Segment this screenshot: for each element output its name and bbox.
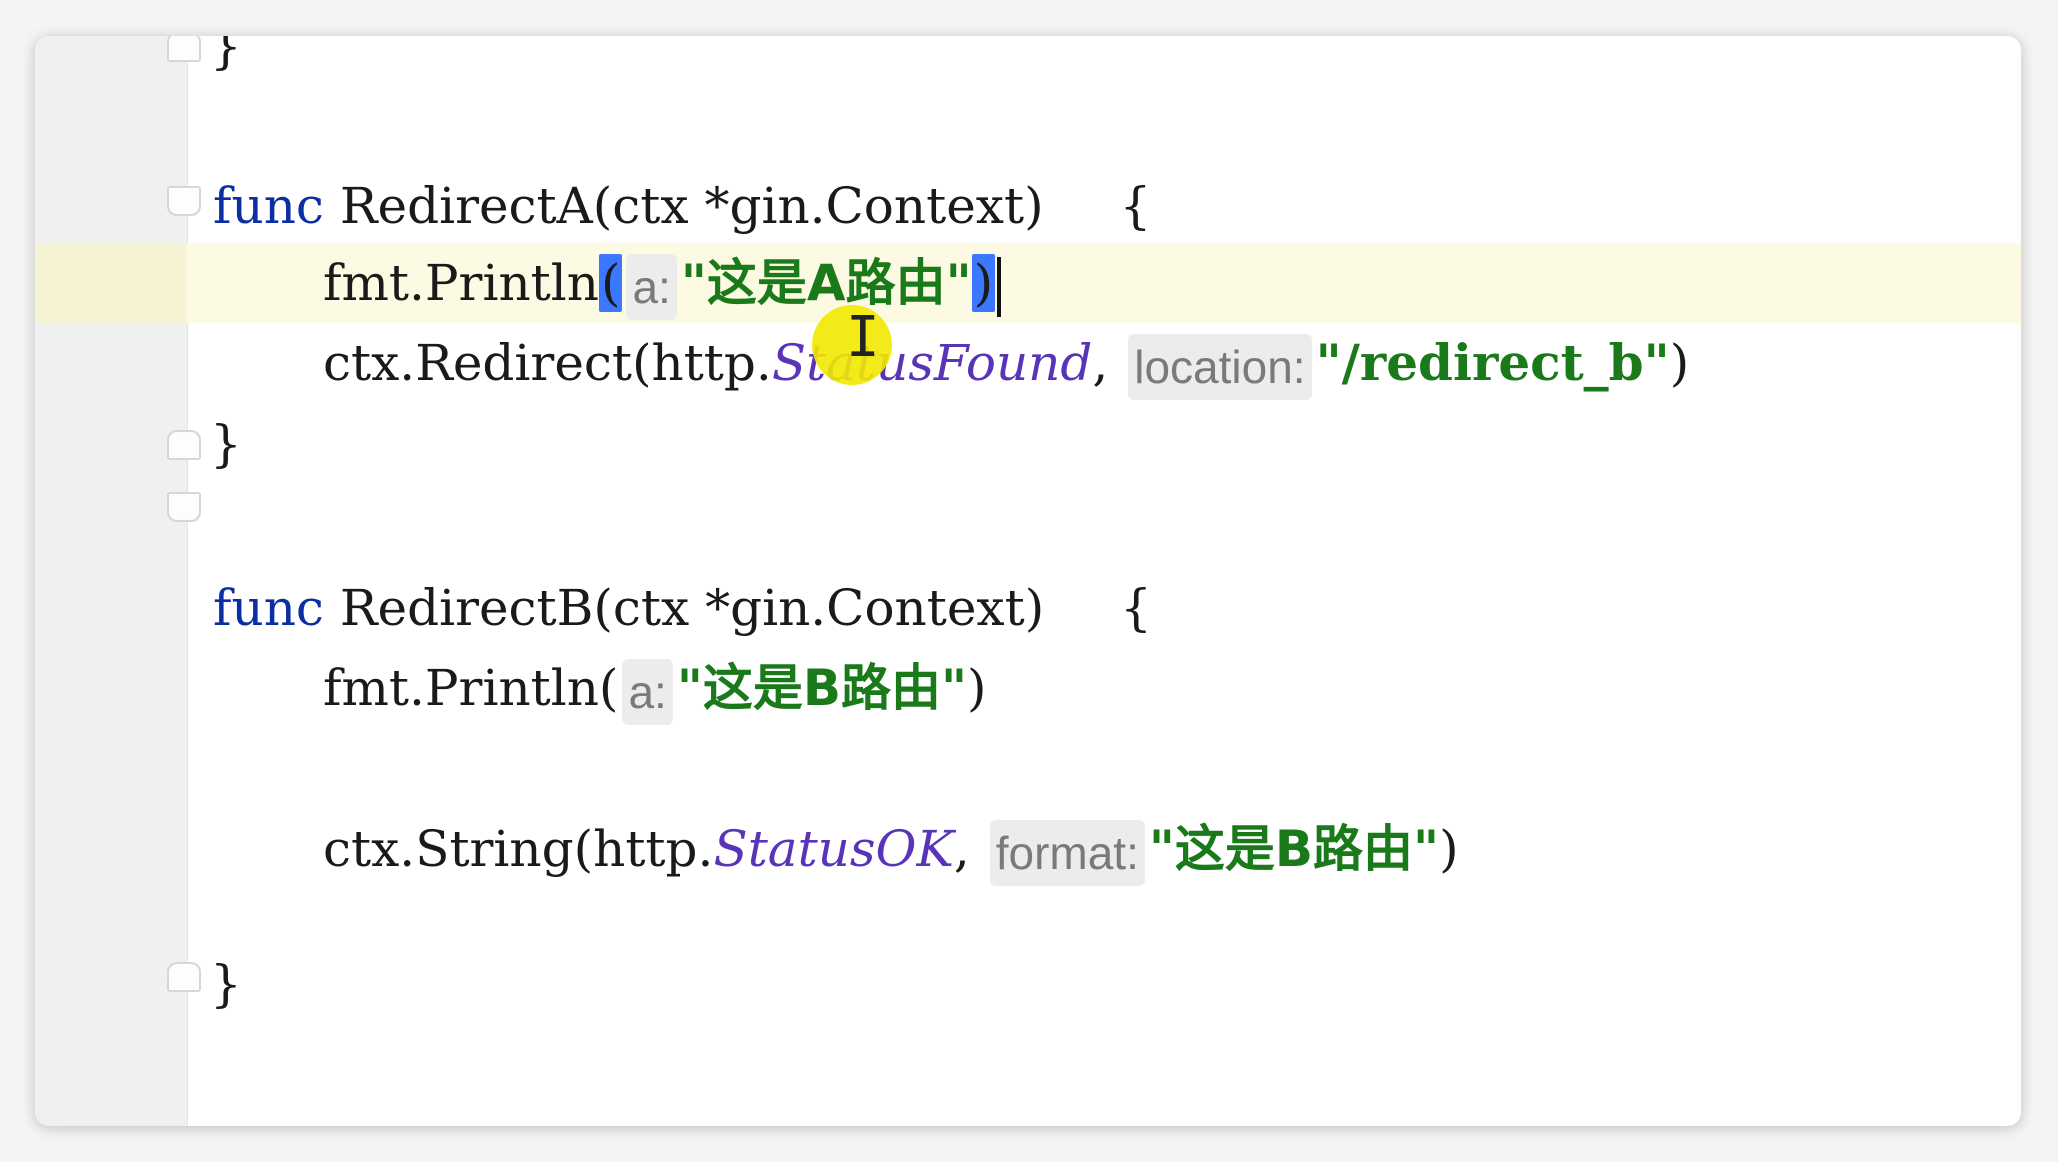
opening-brace: { (1119, 177, 1152, 235)
println-call: fmt.Println (323, 254, 599, 312)
param-hint-a: a: (622, 659, 673, 725)
fold-marker-icon[interactable] (167, 492, 201, 522)
param-hint-location: location: (1128, 334, 1312, 400)
function-signature: RedirectA(ctx *gin.Context) (339, 177, 1044, 235)
string-literal: "/redirect_b" (1315, 333, 1670, 392)
comma: , (1092, 334, 1109, 392)
code-line-println-a[interactable]: fmt.Println(a: "这是A路由") (323, 243, 1002, 323)
code-line-func-a-declaration[interactable]: func RedirectA(ctx *gin.Context) { (213, 166, 1151, 246)
param-hint-format: format: (989, 820, 1145, 886)
status-constant: StatusOK (713, 820, 954, 878)
redirect-call: ctx.Redirect(http. (323, 334, 772, 392)
code-line-func-b-declaration[interactable]: func RedirectB(ctx *gin.Context) { (213, 568, 1152, 648)
fold-marker-icon[interactable] (167, 962, 201, 992)
code-editor-window: } func RedirectA(ctx *gin.Context) { fmt… (35, 36, 2021, 1126)
function-signature: RedirectB(ctx *gin.Context) (339, 579, 1045, 637)
code-line-string-response[interactable]: ctx.String(http.StatusOK, format: "这是B路由"… (323, 809, 1459, 889)
matched-paren-close: ) (971, 254, 996, 312)
closing-paren: ) (1669, 334, 1690, 392)
string-literal: "这是B路由" (1148, 820, 1440, 878)
string-literal: "这是A路由" (680, 254, 972, 312)
code-line-println-b[interactable]: fmt.Println(a: "这是B路由") (323, 648, 987, 728)
ibeam-cursor-icon: I (846, 305, 880, 370)
func-keyword: func (213, 177, 324, 235)
string-call: ctx.String(http. (323, 820, 714, 878)
closing-paren: ) (967, 659, 987, 717)
editor-gutter[interactable] (35, 36, 188, 1126)
closing-brace: } (210, 415, 242, 473)
current-line-gutter (35, 243, 187, 323)
closing-brace: } (210, 36, 242, 75)
func-keyword: func (213, 579, 324, 637)
comma: , (953, 820, 970, 878)
closing-brace: } (210, 955, 242, 1013)
fold-marker-icon[interactable] (167, 186, 201, 216)
opening-brace: { (1120, 579, 1152, 637)
text-caret (997, 257, 1002, 317)
fold-marker-icon[interactable] (167, 430, 201, 460)
code-line[interactable]: } (210, 404, 242, 484)
code-line-redirect[interactable]: ctx.Redirect(http.StatusFound, location:… (323, 323, 1689, 403)
println-call: fmt.Println( (323, 659, 619, 717)
closing-paren: ) (1439, 820, 1459, 878)
matched-paren-open: ( (598, 254, 623, 312)
code-line[interactable]: } (210, 944, 242, 1024)
string-literal: "这是B路由" (676, 659, 968, 717)
param-hint-a: a: (626, 254, 677, 320)
code-line[interactable]: } (210, 36, 242, 86)
fold-marker-icon[interactable] (167, 36, 201, 62)
